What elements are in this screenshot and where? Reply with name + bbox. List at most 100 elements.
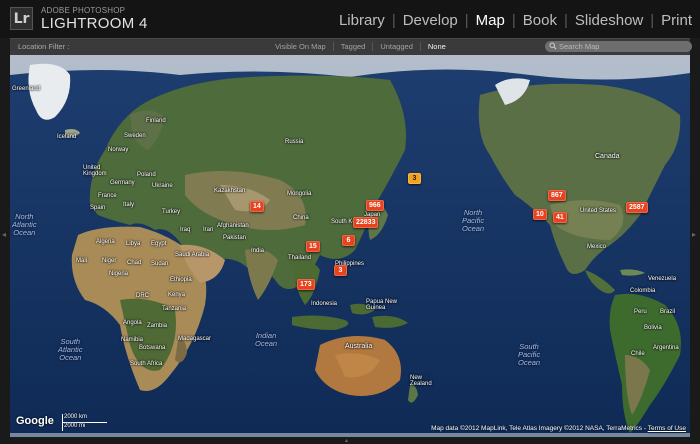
map-label: Greenland <box>12 86 41 92</box>
map-label: Bolivia <box>644 325 662 331</box>
module-separator: | <box>511 12 516 29</box>
map-label: Italy <box>123 202 135 208</box>
map-label: France <box>98 193 117 199</box>
google-logo: Google <box>16 415 54 427</box>
lightroom-logo: Lr <box>10 7 33 30</box>
map-pin[interactable]: 6 <box>342 235 355 246</box>
map-label: Chad <box>127 260 142 266</box>
map-label: China <box>293 215 309 221</box>
map-pin[interactable]: 867 <box>548 190 566 201</box>
map-label: Chile <box>631 351 645 357</box>
map-label: Namibia <box>121 337 144 343</box>
map-label: Iran <box>203 227 214 233</box>
scale-km-label: 2000 km <box>64 414 88 420</box>
location-filter-options: Visible On Map Tagged Untagged None <box>268 42 453 51</box>
map-label: Spain <box>90 205 106 211</box>
map-label: Indonesia <box>311 301 338 307</box>
map-pin[interactable]: 966 <box>366 200 384 211</box>
location-filter-bar: Location Filter : Visible On Map Tagged … <box>10 38 692 55</box>
filter-none[interactable]: None <box>421 42 453 51</box>
map-label: Iraq <box>180 227 191 233</box>
map-label: Peru <box>634 309 647 315</box>
map-label: Egypt <box>151 241 167 247</box>
map-label: Saudi Arabia <box>175 252 210 258</box>
map-label: Libya <box>126 241 141 247</box>
map-label: New Zealand <box>410 375 432 387</box>
map-label: Afghanistan <box>217 223 249 229</box>
map-label: Algeria <box>96 239 115 245</box>
module-picker: Library | Develop | Map | Book | Slidesh… <box>339 12 692 29</box>
map-pin[interactable]: 15 <box>306 241 320 252</box>
map-label: Kenya <box>168 292 186 298</box>
map-pin[interactable]: 14 <box>250 201 264 212</box>
attribution-text: Map data ©2012 MapLink, Tele Atlas Image… <box>431 425 648 432</box>
map-attribution: Map data ©2012 MapLink, Tele Atlas Image… <box>431 425 686 432</box>
map-label: Botswana <box>139 345 166 351</box>
scale-mi-label: 2000 mi <box>64 423 86 429</box>
map-pin[interactable]: 3 <box>408 173 421 184</box>
ocean-label-north-atlantic: North Atlantic Ocean <box>12 212 37 237</box>
world-map[interactable]: North Atlantic Ocean South Atlantic Ocean In… <box>10 55 690 437</box>
filter-untagged[interactable]: Untagged <box>373 42 421 51</box>
map-label: Pakistan <box>223 235 247 241</box>
map-pin[interactable]: 10 <box>533 209 547 220</box>
map-label: Angola <box>123 320 142 326</box>
module-develop[interactable]: Develop <box>403 12 458 29</box>
map-pin[interactable]: 22833 <box>353 217 379 228</box>
map-label: Zambia <box>147 323 168 329</box>
map-scale: 2000 km 2000 mi <box>62 414 120 432</box>
map-label: Niger <box>102 258 117 264</box>
filter-tagged[interactable]: Tagged <box>334 42 374 51</box>
module-separator: | <box>563 12 568 29</box>
filter-visible-on-map[interactable]: Visible On Map <box>268 42 334 51</box>
module-separator: | <box>464 12 469 29</box>
map-label: Colombia <box>630 288 656 294</box>
map-label: Kazakhstan <box>214 188 246 194</box>
module-print[interactable]: Print <box>661 12 692 29</box>
map-label: Mexico <box>587 244 607 250</box>
brand-subtitle: ADOBE PHOTOSHOP <box>41 6 126 15</box>
terms-of-use-link[interactable]: Terms of Use <box>648 425 686 432</box>
search-placeholder: Search Map <box>559 42 600 51</box>
map-label: Papua New Guinea <box>366 299 398 311</box>
map-label: Poland <box>137 172 156 178</box>
map-label: Mali <box>76 258 88 264</box>
module-slideshow[interactable]: Slideshow <box>575 12 643 29</box>
map-pin[interactable]: 3 <box>334 265 347 276</box>
right-panel-toggle-icon[interactable]: ▸ <box>692 230 696 239</box>
map-label: Turkey <box>162 209 181 215</box>
left-panel-toggle-icon[interactable]: ◂ <box>2 230 6 239</box>
map-label: Australia <box>345 343 373 350</box>
module-separator: | <box>391 12 396 29</box>
map-label: Germany <box>110 180 135 186</box>
map-label: South Africa <box>130 361 163 367</box>
search-map-input[interactable]: Search Map <box>545 41 692 52</box>
map-label: Nigeria <box>109 271 129 277</box>
map-label: Sweden <box>124 133 146 139</box>
map-pin[interactable]: 2587 <box>626 202 648 213</box>
map-label: Canada <box>595 153 620 160</box>
map-pin[interactable]: 41 <box>553 212 567 223</box>
app-header: Lr ADOBE PHOTOSHOP LIGHTROOM 4 Library |… <box>0 0 700 38</box>
ocean-label-south-atlantic: South Atlantic Ocean <box>58 337 83 362</box>
module-book[interactable]: Book <box>523 12 557 29</box>
map-label: Brazil <box>660 309 676 315</box>
ocean-label-north-pacific: North Pacific Ocean <box>462 208 485 233</box>
map-label: Thailand <box>288 255 312 261</box>
ocean-label-south-pacific: South Pacific Ocean <box>518 342 541 367</box>
filmstrip-toggle-icon[interactable]: ▴ <box>345 437 348 444</box>
ocean-label-indian: Indian Ocean <box>255 331 278 348</box>
map-label: Sudan <box>151 261 169 267</box>
map-label: South Ko <box>331 219 356 225</box>
map-label: United States <box>580 208 617 214</box>
map-label: Ethiopia <box>170 277 192 283</box>
module-library[interactable]: Library <box>339 12 385 29</box>
map-label: India <box>251 248 265 254</box>
map-label: Finland <box>146 118 166 124</box>
search-icon <box>549 42 557 50</box>
map-label: United Kingdom <box>83 165 107 177</box>
map-pin[interactable]: 173 <box>297 279 315 290</box>
map-label: DRC <box>136 293 149 299</box>
map-label: Argentina <box>653 345 679 351</box>
module-map[interactable]: Map <box>476 12 505 29</box>
